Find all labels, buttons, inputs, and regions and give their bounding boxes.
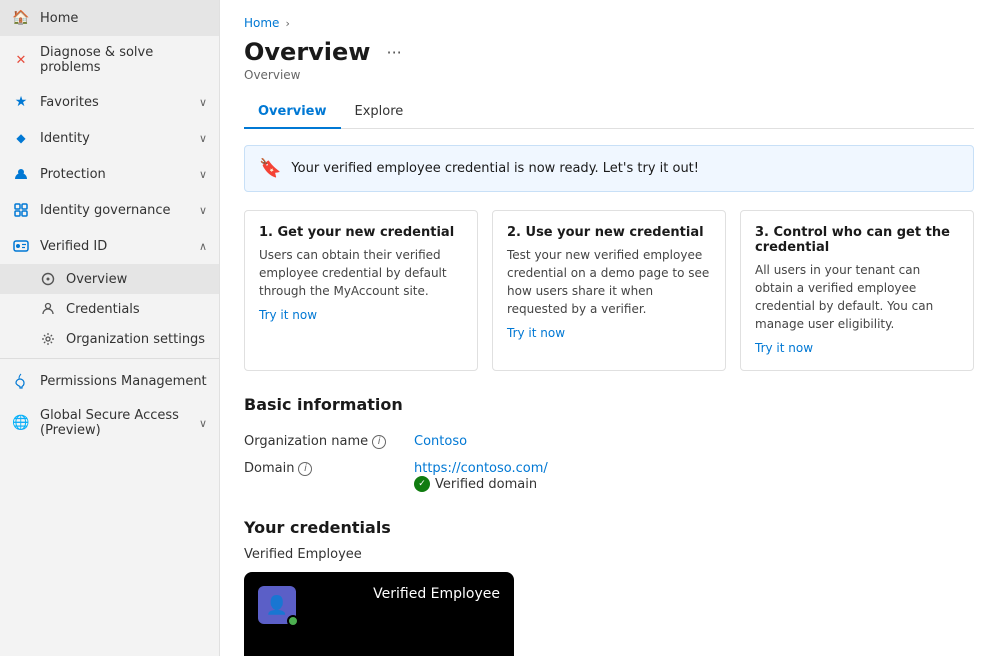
sidebar-item-permissions[interactable]: Permissions Management [0, 363, 219, 399]
tab-overview[interactable]: Overview [244, 96, 341, 129]
breadcrumb-separator: › [285, 17, 289, 30]
global-icon: 🌐 [12, 414, 30, 432]
info-table: Organization name i Contoso Domain i htt… [244, 428, 974, 498]
more-options-button[interactable]: ··· [380, 41, 407, 64]
sidebar-item-identity-governance[interactable]: Identity governance ∨ [0, 192, 219, 228]
credential-card: 👤 Verified Employee Contoso [244, 572, 514, 656]
chevron-down-icon: ∨ [199, 132, 207, 145]
sidebar-item-label: Permissions Management [40, 374, 207, 389]
sidebar-item-protection[interactable]: Protection ∨ [0, 156, 219, 192]
chevron-up-icon: ∧ [199, 240, 207, 253]
sidebar-item-label: Home [40, 11, 207, 26]
page-subtitle: Overview [244, 68, 974, 82]
info-row-domain: Domain i https://contoso.com/ ✓ Verified… [244, 455, 974, 498]
card-control-credential: 3. Control who can get the credential Al… [740, 210, 974, 371]
domain-link[interactable]: https://contoso.com/ [414, 461, 548, 476]
org-settings-icon [40, 331, 56, 347]
card-use-credential: 2. Use your new credential Test your new… [492, 210, 726, 371]
sidebar-item-label: Favorites [40, 95, 189, 110]
chevron-down-icon: ∨ [199, 168, 207, 181]
sidebar-item-overview[interactable]: Overview [0, 264, 219, 294]
sidebar-item-label: Protection [40, 167, 189, 182]
cards-row: 1. Get your new credential Users can obt… [244, 210, 974, 371]
permissions-icon [12, 372, 30, 390]
page-title-row: Overview ··· [244, 38, 974, 66]
breadcrumb-home[interactable]: Home [244, 16, 279, 30]
home-icon: 🏠 [12, 9, 30, 27]
chevron-down-icon: ∨ [199, 417, 207, 430]
cred-avatar-dot [287, 615, 299, 627]
identity-governance-icon [12, 201, 30, 219]
info-value-org: Contoso [414, 434, 467, 449]
cred-card-inner: 👤 Verified Employee Contoso [244, 572, 514, 656]
sidebar-item-org-settings[interactable]: Organization settings [0, 324, 219, 354]
sidebar-item-label: Organization settings [66, 332, 207, 347]
card-link-try-1[interactable]: Try it now [259, 308, 317, 322]
verified-id-icon [12, 237, 30, 255]
sidebar-item-label: Verified ID [40, 239, 189, 254]
sidebar-item-favorites[interactable]: ★ Favorites ∨ [0, 84, 219, 120]
info-label-org: Organization name i [244, 434, 404, 449]
sidebar-item-verified-id[interactable]: Verified ID ∧ [0, 228, 219, 264]
sidebar-item-label: Diagnose & solve problems [40, 45, 207, 75]
verified-badge: ✓ Verified domain [414, 476, 548, 492]
info-row-org-name: Organization name i Contoso [244, 428, 974, 455]
identity-icon: ◆ [12, 129, 30, 147]
card-get-credential: 1. Get your new credential Users can obt… [244, 210, 478, 371]
credentials-section-title: Your credentials [244, 518, 974, 537]
protection-icon [12, 165, 30, 183]
banner-text: Your verified employee credential is now… [291, 161, 699, 176]
card-link-try-2[interactable]: Try it now [507, 326, 565, 340]
card-desc: Test your new verified employee credenti… [507, 246, 711, 318]
info-icon-org[interactable]: i [372, 435, 386, 449]
tabs-bar: Overview Explore [244, 96, 974, 129]
info-value-domain: https://contoso.com/ ✓ Verified domain [414, 461, 548, 492]
sidebar-item-diagnose[interactable]: ✕ Diagnose & solve problems [0, 36, 219, 84]
sidebar-item-credentials[interactable]: Credentials [0, 294, 219, 324]
verified-check-icon: ✓ [414, 476, 430, 492]
main-content: Home › Overview ··· Overview Overview Ex… [220, 0, 998, 656]
sidebar-item-label: Global Secure Access (Preview) [40, 408, 189, 438]
basic-info-title: Basic information [244, 395, 974, 414]
chevron-down-icon: ∨ [199, 96, 207, 109]
overview-icon [40, 271, 56, 287]
chevron-down-icon: ∨ [199, 204, 207, 217]
cred-avatar-icon: 👤 [266, 595, 288, 616]
info-icon-domain[interactable]: i [298, 462, 312, 476]
page-title: Overview [244, 38, 370, 66]
sidebar-item-label: Identity [40, 131, 189, 146]
sidebar-item-label: Identity governance [40, 203, 189, 218]
card-title: 1. Get your new credential [259, 225, 463, 240]
diagnose-icon: ✕ [12, 51, 30, 69]
sidebar-item-identity[interactable]: ◆ Identity ∨ [0, 120, 219, 156]
card-title: 2. Use your new credential [507, 225, 711, 240]
info-label-domain: Domain i [244, 461, 404, 476]
cred-icon-area: 👤 Verified Employee [258, 586, 500, 624]
card-title: 3. Control who can get the credential [755, 225, 959, 255]
favorites-icon: ★ [12, 93, 30, 111]
card-desc: Users can obtain their verified employee… [259, 246, 463, 300]
cred-avatar: 👤 [258, 586, 296, 624]
banner-icon: 🔖 [259, 158, 281, 179]
card-desc: All users in your tenant can obtain a ve… [755, 261, 959, 333]
cred-name-label: Verified Employee [373, 586, 500, 602]
card-link-try-3[interactable]: Try it now [755, 341, 813, 355]
org-name-link[interactable]: Contoso [414, 434, 467, 449]
sidebar-item-label: Overview [66, 272, 207, 287]
banner: 🔖 Your verified employee credential is n… [244, 145, 974, 192]
sidebar-divider [0, 358, 219, 359]
sidebar-item-label: Credentials [66, 302, 207, 317]
sidebar: 🏠 Home ✕ Diagnose & solve problems ★ Fav… [0, 0, 220, 656]
tab-explore[interactable]: Explore [341, 96, 418, 129]
credentials-icon [40, 301, 56, 317]
verified-label: Verified domain [435, 477, 537, 492]
sidebar-item-home[interactable]: 🏠 Home [0, 0, 219, 36]
credentials-sub-title: Verified Employee [244, 547, 974, 562]
sidebar-item-global-secure[interactable]: 🌐 Global Secure Access (Preview) ∨ [0, 399, 219, 447]
breadcrumb: Home › [244, 16, 974, 30]
